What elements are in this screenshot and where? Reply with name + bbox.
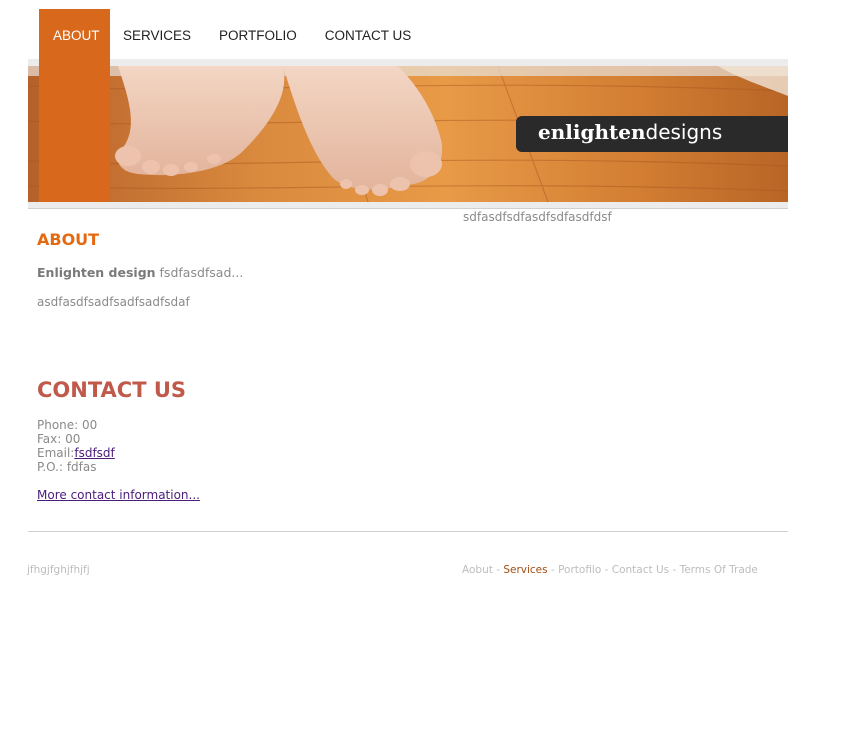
site-logo[interactable]: enlightendesigns: [516, 116, 788, 152]
nav-item-about[interactable]: ABOUT: [39, 9, 109, 61]
contact-details: Phone: 00 Fax: 00 Email:fsdfsdf P.O.: fd…: [37, 418, 115, 474]
header-side-text: sdfasdfsdfasdfsdfasdfdsf: [463, 210, 612, 224]
footer-separator: -: [492, 564, 504, 576]
footer-link-services[interactable]: Services: [503, 564, 547, 576]
footer-link-contact-us[interactable]: Contact Us: [612, 564, 669, 576]
logo-bold-text: enlighten: [538, 120, 646, 144]
footer-separator: -: [601, 564, 612, 576]
top-navigation: ABOUT SERVICES PORTFOLIO CONTACT US: [39, 9, 425, 61]
about-heading: ABOUT: [37, 230, 100, 249]
nav-item-contact-us[interactable]: CONTACT US: [311, 9, 426, 61]
more-contact-info-link[interactable]: More contact information...: [37, 488, 200, 502]
contact-po: P.O.: fdfas: [37, 460, 97, 474]
footer-link-portfolio[interactable]: Portofilo: [558, 564, 601, 576]
contact-email-label: Email:: [37, 446, 75, 460]
contact-heading: CONTACT US: [37, 378, 187, 402]
footer-separator: -: [547, 564, 559, 576]
footer-links: Aobut - Services - Portofilo - Contact U…: [462, 564, 758, 576]
footer-separator: -: [669, 564, 680, 576]
footer-text: jfhgjfghjfhjfj: [27, 564, 90, 576]
about-bold-text: Enlighten design: [37, 265, 156, 280]
footer-divider: [28, 531, 788, 532]
about-intro: Enlighten design fsdfasdfsad...: [37, 265, 243, 280]
footer-link-terms-of-trade[interactable]: Terms Of Trade: [680, 564, 758, 576]
nav-item-portfolio[interactable]: PORTFOLIO: [205, 9, 311, 61]
about-paragraph: asdfasdfsadfsadfsadfsdaf: [37, 295, 190, 309]
contact-email-row: Email:fsdfsdf: [37, 446, 115, 460]
contact-phone: Phone: 00: [37, 418, 98, 432]
logo-light-text: designs: [645, 120, 723, 144]
about-intro-rest: fsdfasdfsad...: [155, 265, 244, 280]
contact-email-link[interactable]: fsdfsdf: [74, 446, 114, 460]
footer-link-about[interactable]: Aobut: [462, 564, 493, 576]
header-divider: [28, 208, 788, 209]
nav-item-services[interactable]: SERVICES: [109, 9, 205, 61]
contact-fax: Fax: 00: [37, 432, 81, 446]
